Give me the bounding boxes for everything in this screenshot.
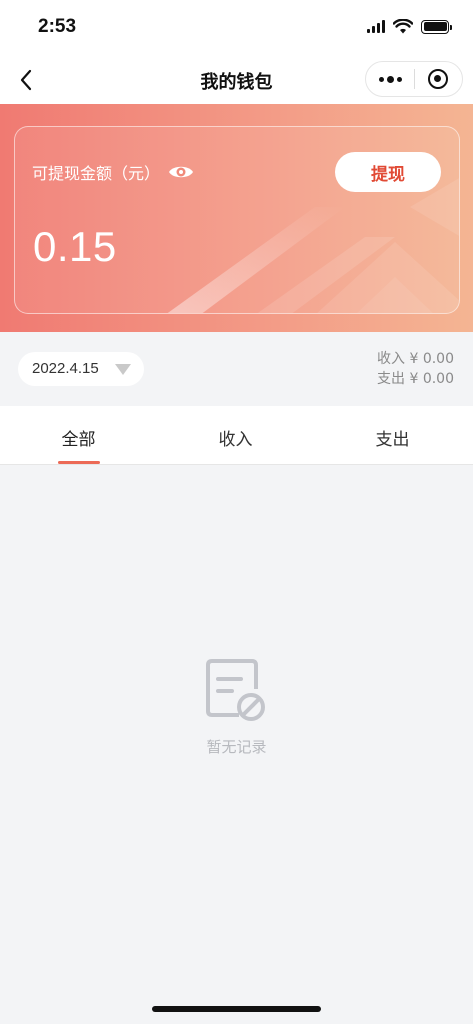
date-picker[interactable]: 2022.4.15	[18, 352, 144, 386]
status-icons	[367, 19, 452, 34]
status-time: 2:53	[38, 16, 77, 37]
expense-summary: 支出 ¥ 0.00	[377, 371, 454, 387]
tab-all[interactable]: 全部	[0, 406, 157, 465]
tab-income-label: 收入	[218, 430, 253, 450]
nav-bar: 我的钱包	[0, 56, 473, 104]
wallet-banner: 可提现金额（元） 0.15 提现	[0, 104, 473, 332]
empty-state-text: 暂无记录	[206, 738, 267, 756]
caret-down-icon	[115, 364, 131, 375]
balance-value: 0.15	[33, 223, 117, 270]
date-value: 2022.4.15	[32, 360, 99, 377]
tab-all-label: 全部	[61, 430, 96, 450]
withdraw-button[interactable]: 提现	[335, 152, 441, 192]
more-options-icon[interactable]	[366, 62, 414, 96]
no-records-icon	[206, 659, 265, 721]
balance-label: 可提现金额（元）	[32, 164, 161, 183]
summary: 收入 ¥ 0.00 支出 ¥ 0.00	[377, 349, 454, 389]
close-mini-program-icon[interactable]	[415, 62, 462, 96]
balance-label-group: 可提现金额（元）	[32, 160, 194, 184]
filter-row: 2022.4.15 收入 ¥ 0.00 支出 ¥ 0.00	[0, 332, 473, 406]
cellular-signal-icon	[367, 20, 385, 33]
status-bar: 2:53	[0, 0, 473, 56]
wifi-icon	[393, 19, 413, 34]
home-indicator	[152, 1006, 321, 1012]
record-tabs: 全部 收入 支出	[0, 406, 473, 465]
battery-icon	[421, 19, 452, 34]
mini-program-capsule	[365, 61, 463, 97]
balance-card: 可提现金额（元） 0.15 提现	[14, 126, 460, 314]
tab-income[interactable]: 收入	[157, 406, 314, 465]
income-summary: 收入 ¥ 0.00	[377, 351, 454, 367]
active-tab-indicator	[58, 461, 100, 464]
tab-expense-label: 支出	[375, 430, 410, 450]
tab-expense[interactable]: 支出	[314, 406, 471, 465]
eye-icon[interactable]	[168, 163, 194, 181]
